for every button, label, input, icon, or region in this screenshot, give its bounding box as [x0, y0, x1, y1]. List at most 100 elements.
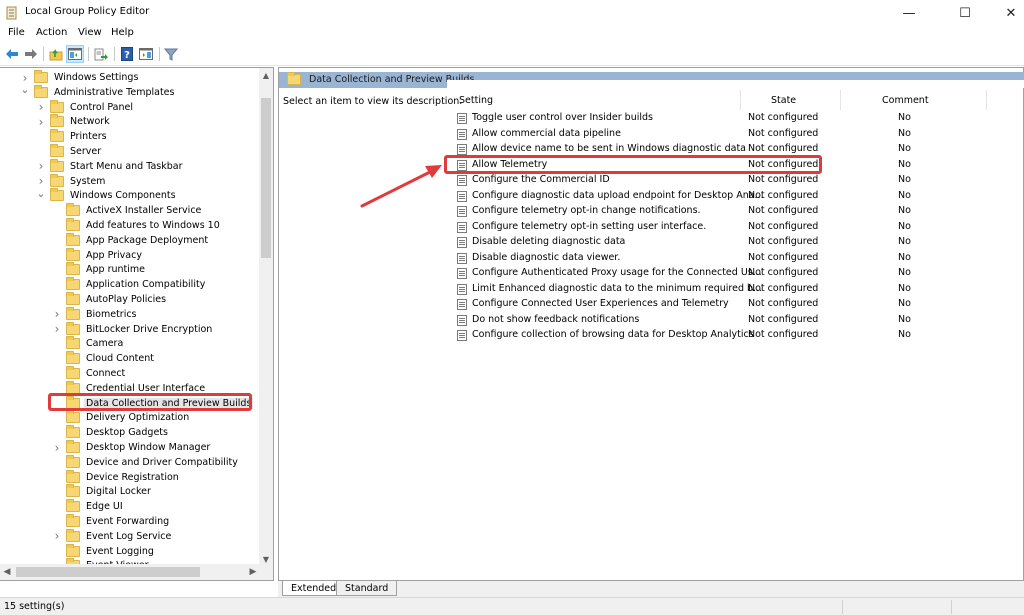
tree-item[interactable]: › Event Log Service: [52, 528, 171, 544]
tree-item[interactable]: Edge UI: [52, 499, 123, 514]
tree-item[interactable]: › Start Menu and Taskbar: [36, 158, 182, 174]
tree-item[interactable]: Device and Driver Compatibility: [52, 454, 238, 470]
tree-item[interactable]: App runtime: [52, 262, 145, 277]
tree-item[interactable]: › Biometrics: [52, 306, 137, 322]
policy-setting-icon: [457, 330, 467, 341]
column-header-state[interactable]: State: [771, 95, 796, 110]
tree-item[interactable]: Event Forwarding: [52, 514, 169, 529]
chevron-right-icon[interactable]: ›: [52, 441, 62, 455]
setting-row[interactable]: Configure telemetry opt-in change notifi…: [457, 204, 1017, 219]
setting-row[interactable]: Disable diagnostic data viewer. Not confi…: [457, 251, 1017, 266]
setting-row[interactable]: Allow Telemetry Not configured No: [457, 158, 1017, 173]
setting-row[interactable]: Configure collection of browsing data fo…: [457, 328, 1017, 343]
tree-item-label: Desktop Gadgets: [86, 427, 168, 439]
tree-item[interactable]: Delivery Optimization: [52, 410, 189, 425]
setting-state: Not configured: [748, 236, 819, 247]
tree-item[interactable]: Printers: [36, 129, 107, 144]
policy-setting-icon: [457, 144, 467, 155]
chevron-right-icon[interactable]: ›: [52, 322, 62, 336]
forward-arrow-icon: [25, 49, 37, 59]
setting-row[interactable]: Toggle user control over Insider builds N…: [457, 111, 1017, 126]
scroll-up-icon[interactable]: ▲: [259, 68, 273, 82]
tree-item[interactable]: › Network: [36, 114, 110, 129]
tree-item[interactable]: ⌄ Administrative Templates: [20, 83, 174, 100]
tree-item[interactable]: › Windows Settings: [20, 70, 138, 85]
column-header-setting[interactable]: Setting: [459, 95, 493, 110]
chevron-down-icon[interactable]: ⌄: [20, 83, 30, 96]
tree-item[interactable]: › Control Panel: [36, 99, 133, 115]
column-divider[interactable]: [986, 90, 987, 110]
export-list-button[interactable]: [92, 45, 110, 63]
show-action-pane-button[interactable]: [137, 45, 155, 63]
tree-item[interactable]: Server: [36, 144, 101, 159]
setting-row[interactable]: Configure Authenticated Proxy usage for …: [457, 266, 1017, 281]
tree-item-label: Server: [70, 146, 102, 157]
scroll-right-icon[interactable]: ▶: [246, 564, 260, 580]
console-tree[interactable]: › Windows Settings ⌄ Administrative Templat…: [0, 67, 274, 581]
tree-item[interactable]: Add features to Windows 10: [52, 218, 220, 233]
chevron-right-icon[interactable]: ›: [36, 159, 46, 173]
up-folder-button[interactable]: [47, 45, 65, 63]
tree-item[interactable]: Camera: [52, 336, 123, 351]
tab-standard[interactable]: Standard: [336, 581, 398, 596]
setting-state: Not configured: [748, 112, 819, 123]
folder-icon: [66, 336, 80, 350]
tree-item[interactable]: ⌄ Windows Components: [36, 187, 176, 203]
tree-item[interactable]: Desktop Gadgets: [52, 425, 168, 440]
tree-vertical-scrollbar[interactable]: ▲ ▼: [259, 68, 273, 566]
chevron-right-icon[interactable]: ›: [36, 100, 46, 114]
scrollbar-thumb[interactable]: [16, 567, 200, 577]
forward-button[interactable]: [22, 45, 40, 63]
tree-horizontal-scrollbar[interactable]: ◀ ▶: [0, 564, 273, 580]
menu-help[interactable]: Help: [111, 27, 134, 38]
show-hide-tree-button[interactable]: [66, 45, 84, 63]
tree-item[interactable]: ActiveX Installer Service: [52, 203, 201, 218]
toolbar: ?: [0, 42, 1024, 66]
tree-item[interactable]: Data Collection and Preview Builds: [52, 395, 254, 411]
menu-file[interactable]: File: [8, 27, 25, 38]
setting-name: Configure Connected User Experiences and…: [472, 298, 729, 309]
column-divider[interactable]: [740, 90, 741, 110]
tree-item[interactable]: › BitLocker Drive Encryption: [52, 321, 212, 337]
folder-icon: [66, 306, 80, 320]
tree-item[interactable]: Event Logging: [52, 543, 154, 559]
column-divider[interactable]: [840, 90, 841, 110]
tree-item[interactable]: AutoPlay Policies: [52, 292, 166, 307]
tree-item[interactable]: Application Compatibility: [52, 277, 205, 292]
setting-row[interactable]: Limit Enhanced diagnostic data to the mi…: [457, 282, 1017, 297]
setting-row[interactable]: Configure telemetry opt-in setting user …: [457, 220, 1017, 235]
help-button[interactable]: ?: [118, 45, 136, 63]
scrollbar-thumb[interactable]: [261, 98, 271, 258]
close-button[interactable]: ✕: [988, 0, 1024, 26]
setting-row[interactable]: Configure diagnostic data upload endpoin…: [457, 189, 1017, 204]
tree-item[interactable]: Cloud Content: [52, 351, 154, 366]
tree-item[interactable]: App Privacy: [52, 247, 142, 263]
tree-item[interactable]: › System: [36, 173, 105, 189]
scroll-left-icon[interactable]: ◀: [0, 564, 14, 580]
tree-item[interactable]: Digital Locker: [52, 484, 151, 499]
tree-item[interactable]: App Package Deployment: [52, 232, 208, 248]
menu-action[interactable]: Action: [36, 27, 67, 38]
setting-row[interactable]: Configure Connected User Experiences and…: [457, 297, 1017, 312]
setting-row[interactable]: Configure the Commercial ID Not configure…: [457, 173, 1017, 188]
setting-name: Limit Enhanced diagnostic data to the mi…: [472, 282, 763, 294]
tree-item[interactable]: › Desktop Window Manager: [52, 440, 210, 455]
tree-item[interactable]: Device Registration: [52, 469, 179, 485]
menu-view[interactable]: View: [78, 27, 102, 38]
setting-row[interactable]: Allow device name to be sent in Windows …: [457, 142, 1017, 157]
setting-row[interactable]: Disable deleting diagnostic data Not conf…: [457, 235, 1017, 250]
chevron-right-icon[interactable]: ›: [36, 115, 46, 129]
tree-item-label: Connect: [86, 368, 126, 379]
chevron-right-icon[interactable]: ›: [52, 307, 62, 321]
setting-row[interactable]: Allow commercial data pipeline Not config…: [457, 127, 1017, 142]
tree-item[interactable]: Credential User Interface: [52, 380, 205, 396]
setting-row[interactable]: Do not show feedback notifications Not co…: [457, 313, 1017, 328]
back-button[interactable]: [3, 45, 21, 63]
column-header-comment[interactable]: Comment: [882, 95, 929, 110]
maximize-button[interactable]: ☐: [942, 0, 988, 26]
chevron-right-icon[interactable]: ›: [52, 529, 62, 543]
tree-item[interactable]: Connect: [52, 366, 125, 381]
filter-button[interactable]: [162, 45, 180, 63]
chevron-down-icon[interactable]: ⌄: [36, 187, 46, 200]
minimize-button[interactable]: —: [886, 0, 932, 26]
